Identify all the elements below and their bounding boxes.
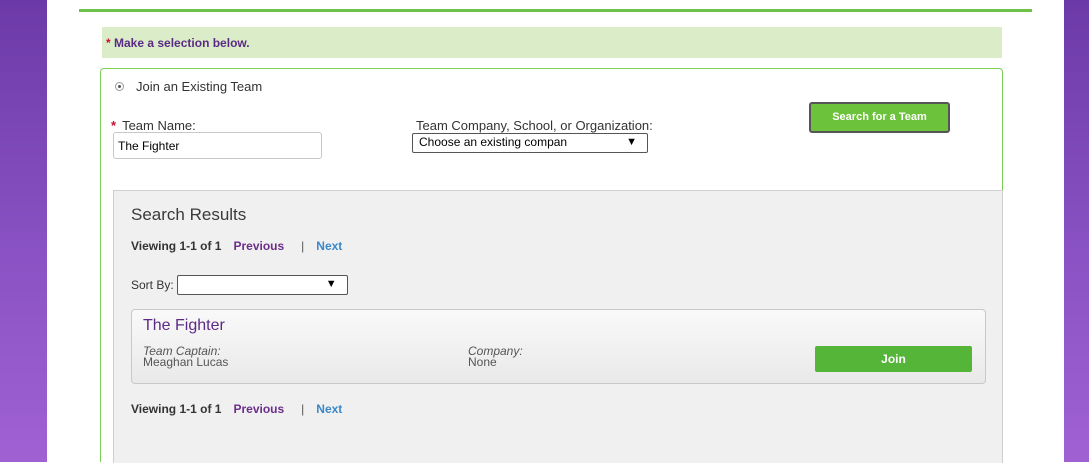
join-button[interactable]: Join (815, 346, 972, 372)
pager-top: Viewing 1-1 of 1 Previous | Next (131, 239, 342, 253)
join-existing-radio[interactable] (115, 82, 124, 91)
team-name-label: * Team Name: (111, 118, 196, 133)
right-purple-border (1064, 0, 1089, 462)
search-results-title: Search Results (131, 205, 247, 224)
company-select[interactable]: Choose an existing compan ▼ (412, 133, 648, 153)
required-asterisk: * (106, 36, 111, 50)
search-results-panel: Search Results Viewing 1-1 of 1 Previous… (113, 190, 1003, 463)
previous-link[interactable]: Previous (233, 239, 284, 253)
team-name-label-text: Team Name: (122, 118, 196, 133)
pager-bottom: Viewing 1-1 of 1 Previous | Next (131, 402, 342, 416)
left-purple-border (0, 0, 47, 462)
viewing-count: Viewing 1-1 of 1 (131, 239, 222, 253)
sort-by-label: Sort By: (131, 278, 174, 292)
team-company-label: Team Company, School, or Organization: (416, 118, 653, 133)
sort-by-row: Sort By: ▼ (131, 275, 348, 295)
pager-separator: | (301, 239, 305, 253)
search-team-button[interactable]: Search for a Team (809, 102, 950, 133)
selection-notice: * Make a selection below. (102, 27, 1002, 58)
company-value: None (468, 355, 497, 369)
dropdown-arrow-icon: ▼ (325, 278, 337, 290)
join-team-panel: Join an Existing Team * Team Name: The Fi… (100, 68, 1003, 463)
captain-value: Meaghan Lucas (143, 355, 229, 369)
team-result-name: The Fighter (143, 317, 225, 334)
pager-separator: | (301, 402, 305, 416)
team-name-input[interactable]: The Fighter (113, 132, 322, 159)
top-green-rule (79, 9, 1032, 12)
company-select-value: Choose an existing compan (419, 135, 568, 149)
notice-text: Make a selection below. (114, 36, 250, 50)
previous-link[interactable]: Previous (233, 402, 284, 416)
join-existing-team-option[interactable]: Join an Existing Team (115, 79, 262, 94)
dropdown-arrow-icon: ▼ (626, 136, 637, 148)
next-link[interactable]: Next (316, 239, 342, 253)
join-existing-label: Join an Existing Team (136, 79, 263, 94)
required-asterisk: * (111, 118, 117, 133)
sort-by-select[interactable]: ▼ (176, 275, 348, 295)
team-result-card: The Fighter Team Captain: Meaghan Lucas … (131, 309, 986, 384)
next-link[interactable]: Next (316, 402, 342, 416)
viewing-count: Viewing 1-1 of 1 (131, 402, 222, 416)
